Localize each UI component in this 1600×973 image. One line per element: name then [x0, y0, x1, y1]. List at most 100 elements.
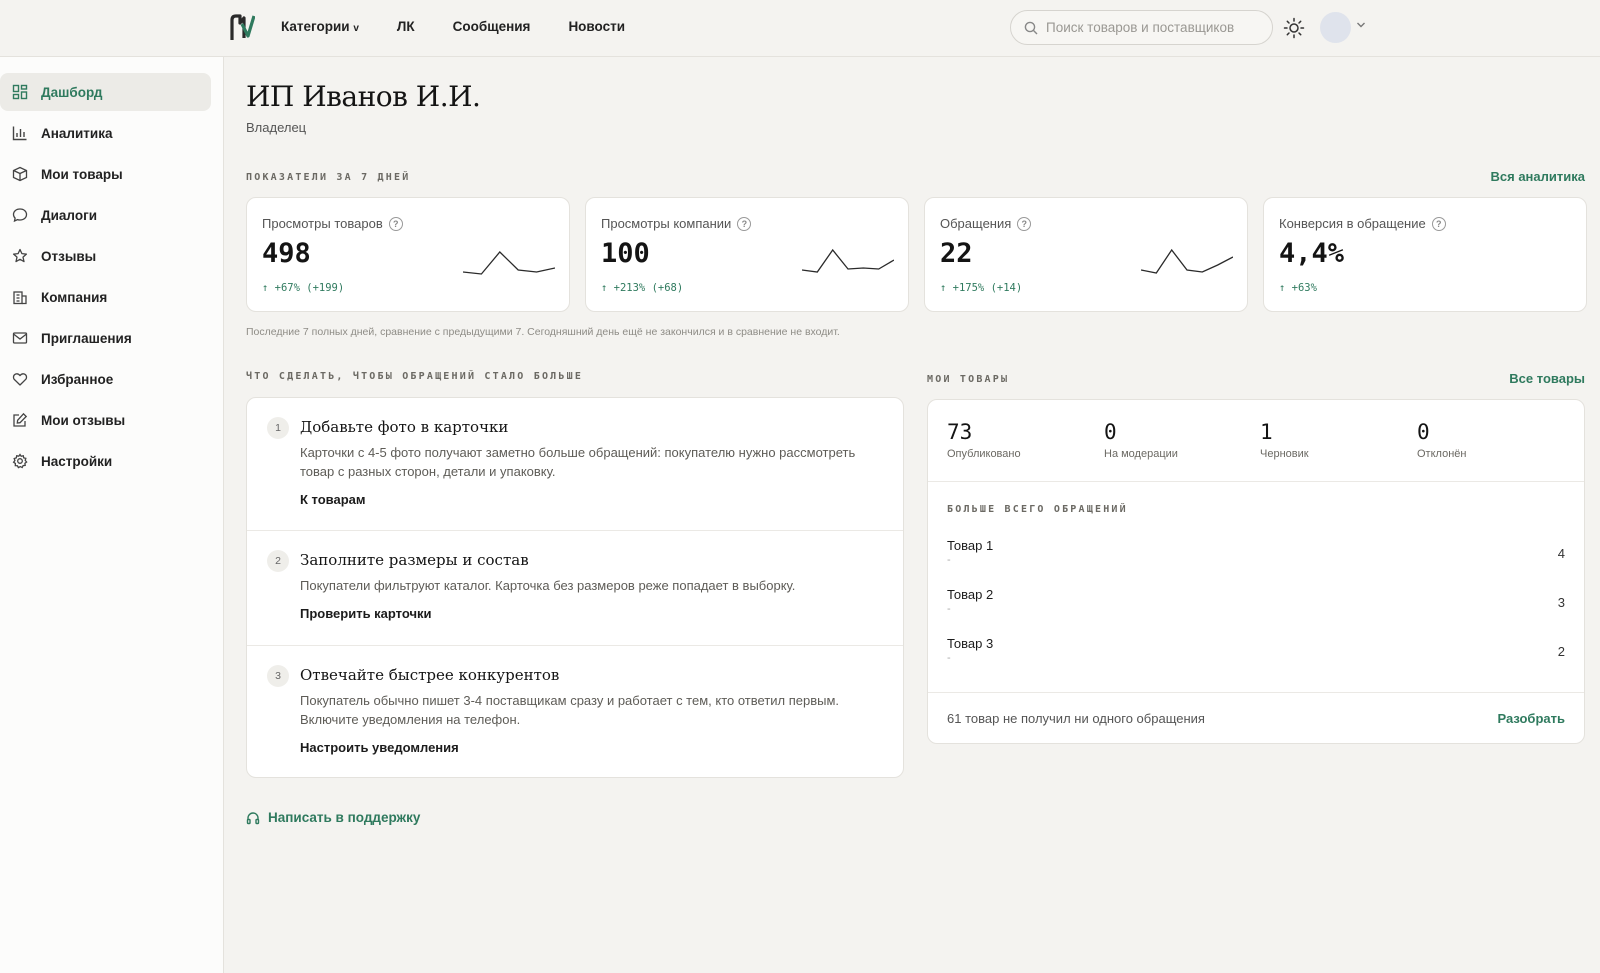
stats-section-label: ПОКАЗАТЕЛИ ЗА 7 ДНЕЙ	[246, 172, 411, 183]
top-product-row[interactable]: Товар 2 - 3	[947, 587, 1565, 623]
stat-draft[interactable]: 1 Черновик	[1260, 420, 1309, 460]
heart-icon	[12, 373, 28, 386]
tip-description: Покупатели фильтруют каталог. Карточка б…	[300, 578, 796, 593]
sidebar: Дашборд Аналитика Мои товары Диалоги Отз…	[0, 57, 224, 973]
top-bar: Категории v ЛК Сообщения Новости	[0, 0, 1600, 57]
nav-news[interactable]: Новости	[568, 19, 625, 34]
tip-number: 3	[267, 665, 289, 687]
nav-categories[interactable]: Категории v	[281, 19, 359, 34]
tip-link[interactable]: Настроить уведомления	[300, 740, 459, 755]
edit-icon	[13, 412, 28, 427]
tip-title: Отвечайте быстрее конкурентов	[300, 666, 560, 684]
products-status-stats: 73 Опубликовано 0 На модерации 1 Черновик 0…	[928, 400, 1584, 482]
sun-icon[interactable]	[1283, 17, 1305, 39]
tip-title: Добавьте фото в карточки	[300, 418, 509, 436]
stat-rejected[interactable]: 0 Отклонён	[1417, 420, 1466, 460]
stat-delta: ↑ +213% (+68)	[601, 282, 684, 294]
nav-messages[interactable]: Сообщения	[453, 19, 531, 34]
stat-card-conversion: Конверсия в обращение? 4,4% ↑ +63%	[1263, 197, 1587, 312]
no-inquiries-text: 61 товар не получил ни одного обращения	[947, 711, 1205, 726]
sidebar-item-favorites[interactable]: Избранное	[0, 360, 211, 398]
stat-card-company-views: Просмотры компании? 100 ↑ +213% (+68)	[585, 197, 909, 312]
sidebar-item-dashboard[interactable]: Дашборд	[0, 73, 211, 111]
sidebar-item-invitations[interactable]: Приглашения	[0, 319, 211, 357]
all-analytics-link[interactable]: Вся аналитика	[1491, 169, 1585, 184]
tips-section-label: ЧТО СДЕЛАТЬ, ЧТОБЫ ОБРАЩЕНИЙ СТАЛО БОЛЬШ…	[246, 371, 584, 382]
product-name: Товар 1	[947, 538, 994, 553]
page-subtitle: Владелец	[246, 120, 307, 135]
help-icon[interactable]: ?	[1017, 216, 1032, 231]
chevron-down-icon[interactable]	[1356, 21, 1366, 29]
sidebar-item-reviews[interactable]: Отзывы	[0, 237, 211, 275]
products-section-label: МОИ ТОВАРЫ	[927, 374, 1010, 385]
sparkline-chart	[463, 251, 555, 275]
help-icon[interactable]: ?	[1431, 216, 1446, 231]
tip-number: 1	[267, 417, 289, 439]
stat-value: 498	[262, 238, 311, 269]
help-icon[interactable]: ?	[737, 216, 752, 231]
tip-item: 3 Отвечайте быстрее конкурентов Покупате…	[247, 646, 903, 777]
stat-published[interactable]: 73 Опубликовано	[947, 420, 1021, 460]
box-icon	[12, 166, 28, 182]
headphones-icon	[246, 811, 260, 824]
support-link[interactable]: Написать в поддержку	[246, 810, 420, 825]
stat-delta: ↑ +63%	[1279, 282, 1317, 294]
stat-label: Просмотры товаров	[262, 216, 383, 231]
tips-card: 1 Добавьте фото в карточки Карточки с 4-…	[246, 397, 904, 778]
avatar[interactable]	[1320, 12, 1351, 43]
sidebar-item-company[interactable]: Компания	[0, 278, 211, 316]
stat-card-product-views: Просмотры товаров? 498 ↑ +67% (+199)	[246, 197, 570, 312]
search-box[interactable]	[1010, 10, 1273, 45]
gear-icon	[12, 453, 28, 469]
top-products-label: БОЛЬШЕ ВСЕГО ОБРАЩЕНИЙ	[947, 504, 1128, 515]
chat-icon	[12, 208, 28, 223]
sidebar-item-analytics[interactable]: Аналитика	[0, 114, 211, 152]
sidebar-item-products[interactable]: Мои товары	[0, 155, 211, 193]
tip-item: 2 Заполните размеры и состав Покупатели …	[247, 531, 903, 646]
sparkline-line	[1141, 248, 1233, 274]
search-icon	[1024, 21, 1038, 34]
sidebar-item-my-reviews[interactable]: Мои отзывы	[0, 401, 211, 439]
mail-icon	[12, 332, 28, 344]
products-footer: 61 товар не получил ни одного обращения …	[928, 692, 1584, 744]
top-product-row[interactable]: Товар 3 - 2	[947, 636, 1565, 672]
stat-value: 100	[601, 238, 650, 269]
sparkline-chart	[802, 248, 894, 273]
tip-link[interactable]: Проверить карточки	[300, 606, 432, 621]
stat-label: Обращения	[940, 216, 1012, 231]
stat-delta: ↑ +175% (+14)	[940, 282, 1023, 294]
stat-delta: ↑ +67% (+199)	[262, 282, 345, 294]
sparkline-line	[802, 248, 894, 273]
stat-moderation[interactable]: 0 На модерации	[1104, 420, 1178, 460]
sidebar-item-dialogs[interactable]: Диалоги	[0, 196, 211, 234]
tip-link[interactable]: К товарам	[300, 492, 366, 507]
stat-card-inquiries: Обращения? 22 ↑ +175% (+14)	[924, 197, 1248, 312]
tip-description: Карточки с 4-5 фото получают заметно бол…	[300, 445, 856, 479]
nav-lk[interactable]: ЛК	[397, 19, 415, 34]
sparkline-line	[463, 251, 555, 275]
product-sub: -	[947, 554, 951, 566]
stat-label: Просмотры компании	[601, 216, 732, 231]
tip-item: 1 Добавьте фото в карточки Карточки с 4-…	[247, 398, 903, 531]
star-icon	[12, 248, 28, 263]
all-products-link[interactable]: Все товары	[1509, 371, 1585, 386]
tip-number: 2	[267, 550, 289, 572]
tip-description: Покупатель обычно пишет 3-4 поставщикам …	[300, 693, 840, 727]
search-input[interactable]	[1046, 20, 1266, 35]
sidebar-item-settings[interactable]: Настройки	[0, 442, 211, 480]
stat-label: Конверсия в обращение	[1279, 216, 1426, 231]
top-product-row[interactable]: Товар 1 - 4	[947, 538, 1565, 574]
stat-value: 4,4%	[1279, 238, 1345, 269]
building-icon	[13, 291, 27, 305]
product-count: 2	[1557, 644, 1565, 659]
stats-footnote: Последние 7 полных дней, сравнение с пре…	[246, 326, 840, 338]
chevron-down-icon: v	[353, 23, 359, 34]
chart-icon	[12, 126, 27, 141]
product-sub: -	[947, 652, 951, 664]
product-count: 3	[1557, 595, 1565, 610]
logo-icon[interactable]	[229, 14, 255, 42]
help-icon[interactable]: ?	[388, 216, 403, 231]
stat-value: 22	[940, 238, 973, 269]
product-name: Товар 3	[947, 636, 994, 651]
review-products-link[interactable]: Разобрать	[1497, 711, 1565, 726]
